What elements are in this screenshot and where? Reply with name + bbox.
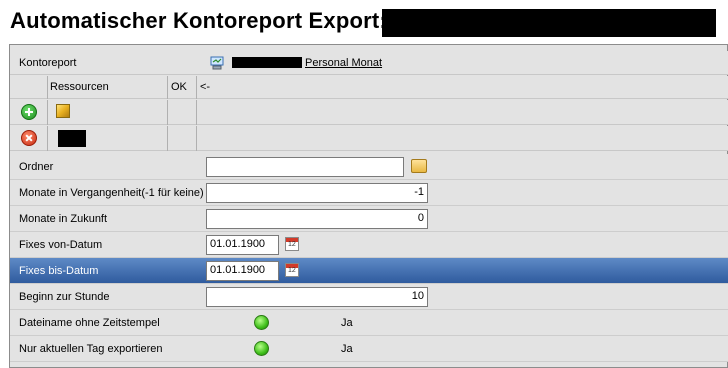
stunde-input[interactable]: 10 xyxy=(206,287,428,307)
grid-divider xyxy=(196,100,197,125)
grid-divider xyxy=(47,76,48,99)
grid-divider xyxy=(167,100,168,125)
redacted-title-value xyxy=(382,9,716,37)
von-datum-input[interactable]: 01.01.1900 xyxy=(206,235,279,255)
bis-datum-row[interactable]: Fixes bis-Datum 01.01.1900 xyxy=(10,258,728,284)
kontoreport-label: Kontoreport xyxy=(19,57,77,69)
grid-divider xyxy=(47,100,48,125)
title-bar: Automatischer Kontoreport Export: xyxy=(0,0,728,42)
page-title: Automatischer Kontoreport Export: xyxy=(10,8,387,33)
vergangenheit-label: Monate in Vergangenheit(-1 für keine) xyxy=(19,187,204,199)
vergangenheit-input[interactable]: -1 xyxy=(206,183,428,203)
zukunft-input[interactable]: 0 xyxy=(206,209,428,229)
grid-divider xyxy=(47,126,48,151)
vergangenheit-row: Monate in Vergangenheit(-1 für keine) -1 xyxy=(10,180,728,206)
zeitstempel-row: Dateiname ohne Zeitstempel Ja xyxy=(10,310,728,336)
ordner-label: Ordner xyxy=(19,161,54,173)
column-ok[interactable]: OK xyxy=(171,81,187,93)
bis-datum-label: Fixes bis-Datum xyxy=(19,265,99,277)
calendar-icon[interactable] xyxy=(285,237,299,251)
aktueller-tag-row: Nur aktuellen Tag exportieren Ja xyxy=(10,336,728,362)
grid-row-add xyxy=(10,100,728,125)
ordner-input[interactable] xyxy=(206,157,404,177)
ordner-row: Ordner xyxy=(10,154,728,180)
redacted-resource xyxy=(58,130,86,147)
resource-grid-header: Ressourcen OK <- xyxy=(10,76,728,99)
calendar-icon[interactable] xyxy=(285,263,299,277)
redacted-report-name xyxy=(232,57,302,68)
cube-icon[interactable] xyxy=(56,104,70,118)
von-datum-row: Fixes von-Datum 01.01.1900 xyxy=(10,232,728,258)
bis-datum-input[interactable]: 01.01.1900 xyxy=(206,261,279,281)
grid-row-resource xyxy=(10,126,728,151)
grid-divider xyxy=(167,76,168,99)
stunde-row: Beginn zur Stunde 10 xyxy=(10,284,728,310)
column-arrow[interactable]: <- xyxy=(200,81,210,93)
status-on-icon[interactable] xyxy=(254,315,269,330)
zukunft-label: Monate in Zukunft xyxy=(19,213,108,225)
zeitstempel-value: Ja xyxy=(341,317,353,329)
folder-icon[interactable] xyxy=(411,159,427,173)
delete-icon[interactable] xyxy=(21,130,37,146)
status-on-icon[interactable] xyxy=(254,341,269,356)
kontoreport-row: Kontoreport Personal Monat xyxy=(10,51,728,75)
aktueller-tag-label: Nur aktuellen Tag exportieren xyxy=(19,343,163,355)
kontoreport-link[interactable]: Personal Monat xyxy=(305,57,382,69)
grid-divider xyxy=(196,76,197,99)
grid-divider xyxy=(196,126,197,151)
column-ressourcen[interactable]: Ressourcen xyxy=(50,81,109,93)
zeitstempel-label: Dateiname ohne Zeitstempel xyxy=(19,317,160,329)
zukunft-row: Monate in Zukunft 0 xyxy=(10,206,728,232)
stunde-label: Beginn zur Stunde xyxy=(19,291,110,303)
von-datum-label: Fixes von-Datum xyxy=(19,239,103,251)
grid-divider xyxy=(167,126,168,151)
report-icon[interactable] xyxy=(209,55,225,71)
property-panel: Kontoreport Personal Monat Ressourcen OK… xyxy=(9,44,728,368)
add-icon[interactable] xyxy=(21,104,37,120)
aktueller-tag-value: Ja xyxy=(341,343,353,355)
